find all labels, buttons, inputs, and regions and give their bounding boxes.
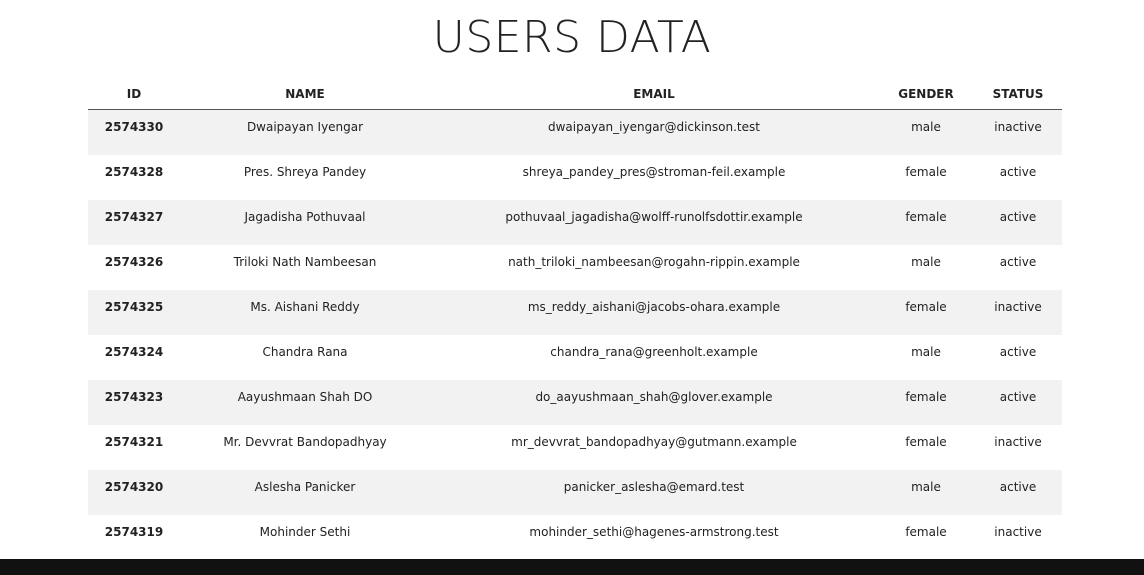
cell-gender: male bbox=[911, 120, 941, 134]
cell-status: active bbox=[999, 165, 1037, 179]
cell-name: Ms. Aishani Reddy bbox=[250, 300, 360, 314]
cell-email: pothuvaal_jagadisha@wolff-runolfsdottir.… bbox=[505, 210, 803, 224]
column-header-id[interactable]: ID bbox=[88, 79, 180, 109]
table-row[interactable]: 2574328 Pres. Shreya Pandey shreya_pande… bbox=[88, 155, 1062, 200]
cell-name: Dwaipayan Iyengar bbox=[246, 120, 364, 134]
cell-name: Aslesha Panicker bbox=[254, 480, 356, 494]
page-title: USERS DATA bbox=[432, 12, 712, 63]
cell-gender: female bbox=[905, 525, 947, 539]
column-header-status[interactable]: STATUS bbox=[974, 79, 1062, 109]
cell-name: Aayushmaan Shah DO bbox=[237, 390, 373, 404]
cell-status: active bbox=[999, 210, 1037, 224]
table-row[interactable]: 2574330 Dwaipayan Iyengar dwaipayan_iyen… bbox=[88, 110, 1062, 155]
table-row[interactable]: 2574321 Mr. Devvrat Bandopadhyay mr_devv… bbox=[88, 425, 1062, 470]
table-row[interactable]: 2574323 Aayushmaan Shah DO do_aayushmaan… bbox=[88, 380, 1062, 425]
cell-status: inactive bbox=[994, 525, 1042, 539]
users-table: ID NAME EMAIL GENDER STATUS 2574330 Dwai… bbox=[88, 79, 1062, 560]
cell-name: Mr. Devvrat Bandopadhyay bbox=[223, 435, 387, 449]
cell-id: 2574320 bbox=[104, 480, 164, 494]
cell-gender: female bbox=[905, 300, 947, 314]
cell-name: Pres. Shreya Pandey bbox=[243, 165, 367, 179]
cell-email: dwaipayan_iyengar@dickinson.test bbox=[548, 120, 760, 134]
cell-name: Triloki Nath Nambeesan bbox=[233, 255, 377, 269]
cell-gender: female bbox=[905, 435, 947, 449]
table-row[interactable]: 2574320 Aslesha Panicker panicker_aslesh… bbox=[88, 470, 1062, 515]
table-header-row: ID NAME EMAIL GENDER STATUS bbox=[88, 79, 1062, 110]
column-header-email[interactable]: EMAIL bbox=[430, 79, 878, 109]
cell-name: Jagadisha Pothuvaal bbox=[244, 210, 366, 224]
cell-name: Mohinder Sethi bbox=[259, 525, 351, 539]
cell-email: chandra_rana@greenholt.example bbox=[550, 345, 758, 359]
cell-gender: male bbox=[911, 345, 941, 359]
cell-id: 2574330 bbox=[104, 120, 164, 134]
cell-id: 2574319 bbox=[104, 525, 164, 539]
cell-id: 2574325 bbox=[104, 300, 164, 314]
cell-gender: male bbox=[911, 255, 941, 269]
cell-gender: female bbox=[905, 390, 947, 404]
cell-status: inactive bbox=[994, 435, 1042, 449]
cell-email: shreya_pandey_pres@stroman-feil.example bbox=[522, 165, 786, 179]
cell-email: do_aayushmaan_shah@glover.example bbox=[535, 390, 773, 404]
cell-id: 2574323 bbox=[104, 390, 164, 404]
cell-gender: male bbox=[911, 480, 941, 494]
cell-id: 2574326 bbox=[104, 255, 164, 269]
table-row[interactable]: 2574325 Ms. Aishani Reddy ms_reddy_aisha… bbox=[88, 290, 1062, 335]
cell-gender: female bbox=[905, 165, 947, 179]
column-header-gender[interactable]: GENDER bbox=[878, 79, 974, 109]
cell-email: mohinder_sethi@hagenes-armstrong.test bbox=[529, 525, 779, 539]
column-header-name[interactable]: NAME bbox=[180, 79, 430, 109]
cell-status: active bbox=[999, 480, 1037, 494]
cell-id: 2574324 bbox=[104, 345, 164, 359]
cell-status: active bbox=[999, 345, 1037, 359]
cell-email: mr_devvrat_bandopadhyay@gutmann.example bbox=[511, 435, 797, 449]
footer-bar bbox=[0, 559, 1144, 575]
cell-name: Chandra Rana bbox=[262, 345, 348, 359]
table-row[interactable]: 2574324 Chandra Rana chandra_rana@greenh… bbox=[88, 335, 1062, 380]
table-row[interactable]: 2574319 Mohinder Sethi mohinder_sethi@ha… bbox=[88, 515, 1062, 560]
cell-status: inactive bbox=[994, 120, 1042, 134]
cell-id: 2574327 bbox=[104, 210, 164, 224]
cell-gender: female bbox=[905, 210, 947, 224]
users-data-page: USERS DATA ID NAME EMAIL GENDER STATUS 2… bbox=[0, 0, 1144, 575]
cell-status: active bbox=[999, 390, 1037, 404]
cell-email: panicker_aslesha@emard.test bbox=[563, 480, 745, 494]
cell-email: ms_reddy_aishani@jacobs-ohara.example bbox=[527, 300, 781, 314]
cell-email: nath_triloki_nambeesan@rogahn-rippin.exa… bbox=[508, 255, 800, 269]
cell-status: active bbox=[999, 255, 1037, 269]
cell-status: inactive bbox=[994, 300, 1042, 314]
table-row[interactable]: 2574327 Jagadisha Pothuvaal pothuvaal_ja… bbox=[88, 200, 1062, 245]
table-row[interactable]: 2574326 Triloki Nath Nambeesan nath_tril… bbox=[88, 245, 1062, 290]
cell-id: 2574321 bbox=[104, 435, 164, 449]
cell-id: 2574328 bbox=[104, 165, 164, 179]
